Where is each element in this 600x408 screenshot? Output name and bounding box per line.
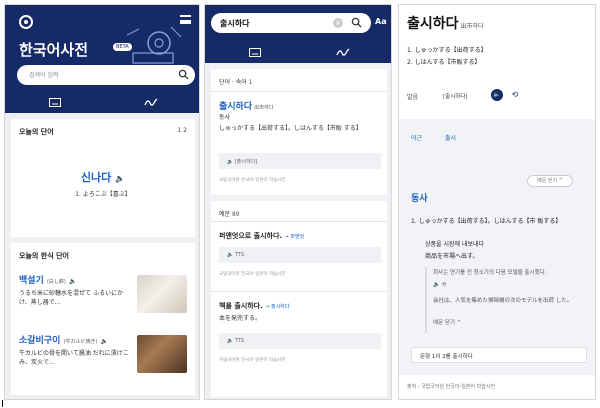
entry-meaning: しゅっかする【出荷する】。しはんする【市販 する】	[219, 125, 362, 132]
examples-heading: 예문 89	[219, 211, 240, 218]
related-tabs: 어근 출시	[399, 119, 595, 159]
search-icon[interactable]	[351, 17, 362, 28]
example-link[interactable]: → 퍼앤엇	[285, 234, 305, 240]
results-search-box[interactable]: ×	[211, 13, 371, 33]
detail-footer: 출처 : 국립국어원 한국어-일본어 학습사전	[407, 384, 496, 390]
keyboard-icon	[49, 97, 61, 107]
example-sentence[interactable]: 책을 출시하다. → 출시하다	[219, 301, 289, 311]
entry-pos: 동사	[219, 114, 231, 121]
header-illustration-icon	[126, 26, 182, 64]
word-results-heading: 단어 · 숙어 1	[219, 79, 253, 86]
word-of-day-heading: 오늘의 단어	[19, 128, 54, 136]
list-item-word: 백설기 (白し餅) 🔈	[19, 276, 77, 286]
search-results-screen: × Aa 단어 · 숙어 1 출시하다出市하다 동사 しゅっかする	[204, 4, 392, 400]
results-tab-bar	[205, 43, 391, 61]
example-source: 국립국어원 한국어-일본어 학습사전	[219, 358, 286, 363]
food-image	[137, 335, 187, 373]
search-icon[interactable]	[178, 69, 189, 80]
word-of-day-meaning: 1. よろこぶ【喜ぶ】	[75, 191, 131, 198]
word-of-day-card: 오늘의 단어 1 2 신나다 🔈 1. よろこぶ【喜ぶ】	[11, 119, 195, 237]
entry-audio[interactable]: 🔈 [출시하다]	[219, 153, 381, 169]
pronunciation-value: [출시하다]	[443, 94, 468, 100]
example-translation: 本を発売する。	[219, 315, 262, 322]
word-of-day-text: 신나다	[80, 171, 112, 184]
divider	[211, 291, 387, 292]
repeat-icon[interactable]: ⟲	[509, 89, 521, 101]
home-search-input[interactable]	[29, 69, 169, 81]
entry-word[interactable]: 출시하다 出市하다	[219, 99, 273, 112]
tab-root[interactable]: 어근	[411, 133, 422, 142]
tab-handwriting[interactable]	[323, 43, 363, 61]
list-item[interactable]: 백설기 (白し餅) 🔈 うるち米に砂糖水を混ぜて ふるいにかけ、蒸し器で…	[19, 273, 189, 321]
screens: 한국어사전 BETA 검색어 입력 오늘의 단어 1 2 신나다 🔈 1. よろ…	[4, 4, 596, 402]
list-item-word: 소갈비구이 (牛カルビ焼き) 🔈	[19, 336, 109, 346]
example-box-fold[interactable]: 예문 닫기 ^	[433, 319, 461, 327]
app-logo-icon[interactable]	[19, 15, 33, 29]
hanja-heading: 오늘의 한식 단어	[19, 252, 69, 260]
speaker-icon[interactable]: 🔈	[115, 174, 125, 183]
sense-summary-1: 1. しゅっかする【出荷する】	[407, 47, 487, 54]
word-of-day-pager[interactable]: 1 2	[177, 127, 187, 134]
sentence-pattern-bar: 문형 1이 2를 출시하다	[411, 347, 587, 363]
fold-examples-button[interactable]: 예문 닫기 ^	[527, 175, 573, 187]
home-header: 한국어사전 BETA	[5, 5, 199, 113]
example-box: 회사는 연기를 전 청소기의 다음 모델을 출시했다. 🔈 ⟲ 会社は、人気を集…	[425, 267, 585, 333]
text-cursor	[2, 400, 3, 407]
home-search-box[interactable]	[17, 65, 195, 85]
sense-summary-2: 2. しはんする【市販する】	[407, 59, 481, 66]
handwriting-icon	[336, 48, 350, 56]
example-audio[interactable]: 🔈 TTS	[219, 333, 381, 349]
detail-pos: 동사	[411, 194, 428, 204]
speaker-icon[interactable]: 🔈	[491, 89, 503, 101]
food-image	[137, 275, 187, 313]
example-ja: 商品を市場へ出す。	[425, 253, 479, 260]
example-box-ja: 会社は、人気を集めた掃除機の次のモデルを出荷 した。	[433, 298, 573, 304]
home-screen: 한국어사전 BETA 검색어 입력 오늘의 단어 1 2 신나다 🔈 1. よろ…	[4, 4, 200, 400]
examples-card: 예문 89 퍼앤엇으로 출시하다. → 퍼앤엇 🔈 TTS 국립국어원 한국어-…	[211, 201, 387, 397]
detail-screen: 출시하다 出市하다 1. しゅっかする【出荷する】 2. しはんする【市販する】 …	[398, 4, 596, 400]
example-sentence[interactable]: 퍼앤엇으로 출시하다. → 퍼앤엇	[219, 231, 304, 241]
pronunciation-label: 발음	[407, 94, 419, 101]
home-tab-bar	[5, 93, 199, 111]
example-link[interactable]: → 출시하다	[265, 304, 289, 310]
handwriting-icon	[144, 98, 158, 106]
entry-source: 국립국어원 한국어-일본어 학습사전	[219, 178, 286, 183]
hanja-card: 오늘의 한식 단어 백설기 (白し餅) 🔈 うるち米に砂糖水を混ぜて ふるいにか…	[11, 243, 195, 395]
word-results-card: 단어 · 숙어 1 출시하다 出市하다 동사 しゅっかする【出荷する】。しはんする…	[211, 69, 387, 195]
example-source: 국립국어원 한국어-일본어 학습사전	[219, 272, 286, 277]
tab-keyboard[interactable]	[35, 93, 75, 111]
clear-icon[interactable]: ×	[333, 18, 343, 28]
tab-handwriting[interactable]	[131, 93, 171, 111]
search-header: × Aa	[205, 5, 391, 63]
example-box-audio[interactable]: 🔈 ⟲	[433, 281, 446, 289]
tab-keyboard[interactable]	[235, 43, 275, 61]
list-item[interactable]: 소갈비구이 (牛カルビ焼き) 🔈 牛カルビの骨を開いて醤油 だれに漬けこみ、炭火…	[19, 333, 189, 381]
keyboard-icon	[249, 47, 261, 57]
sense-1: 1. しゅっかする【出荷する】。しはんする【市 販する】	[411, 218, 562, 225]
detail-word: 출시하다 出市하다	[407, 16, 484, 32]
tab-derived[interactable]: 출시	[445, 133, 456, 142]
list-item-desc: うるち米に砂糖水を混ぜて ふるいにかけ、蒸し器で…	[19, 290, 124, 306]
word-of-day-word[interactable]: 신나다 🔈	[11, 169, 195, 185]
app-title: 한국어사전	[19, 41, 89, 59]
results-search-input[interactable]	[220, 17, 320, 29]
divider	[211, 221, 387, 222]
list-item-desc: 牛カルビの骨を開いて醤油 だれに漬けこみ、炭火で…	[19, 350, 129, 366]
font-size-button[interactable]: Aa	[375, 17, 387, 26]
example-audio[interactable]: 🔈 TTS	[219, 247, 381, 263]
divider	[211, 91, 387, 92]
example-ko: 상품을 시장에 내보내다	[425, 241, 485, 248]
example-box-ko: 회사는 연기를 전 청소기의 다음 모델을 출시했다.	[433, 270, 547, 276]
